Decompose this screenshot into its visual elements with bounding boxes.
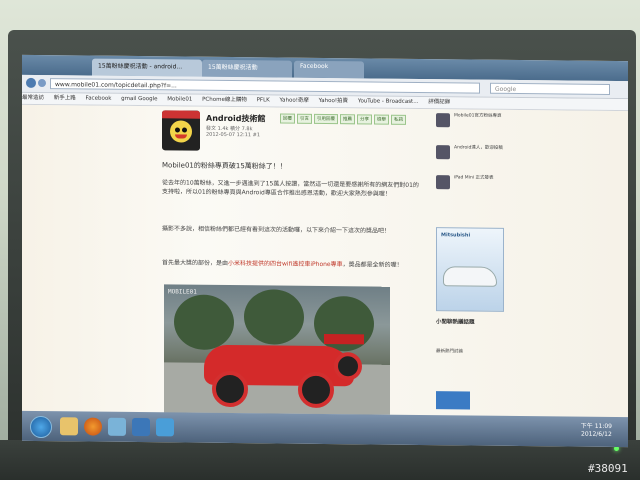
avatar[interactable] — [436, 145, 450, 160]
avatar[interactable] — [436, 175, 450, 190]
clock-date: 2012/6/12 — [581, 430, 612, 439]
ad-title: Mitsubishi — [441, 232, 471, 239]
paragraph-tail: ，獎品都是全新的喔！ — [342, 261, 403, 269]
photo-id-label: #38091 — [588, 462, 628, 475]
action-button[interactable]: 檢舉 — [374, 114, 389, 125]
author-name[interactable]: Android技術館 — [206, 113, 266, 125]
action-button[interactable]: 引言 — [297, 113, 312, 124]
action-button[interactable]: 推薦 — [340, 114, 355, 125]
action-button[interactable]: 引用回覆 — [314, 113, 338, 125]
sidebar-text-3[interactable]: iPad Mini 正式發表 — [454, 175, 504, 182]
back-button-icon[interactable] — [26, 77, 36, 88]
windows-taskbar: 下午 11:09 2012/6/12 — [22, 410, 628, 448]
post-date: 2012-05-07 12:11 #1 — [206, 131, 261, 139]
address-bar[interactable]: www.mobile01.com/topicdetail.php?f=... — [50, 78, 480, 94]
bookmark-item[interactable]: 最常造訪 — [22, 95, 44, 101]
bookmark-item[interactable]: PChome線上購物 — [202, 97, 247, 103]
bookmark-item[interactable]: Yahoo!拍賣 — [319, 98, 348, 104]
car-wing — [324, 333, 364, 345]
firefox-icon[interactable] — [84, 417, 102, 436]
avatar[interactable] — [436, 113, 450, 128]
ie-icon[interactable] — [132, 417, 150, 437]
smiley-face-icon — [170, 120, 192, 143]
tree-shape — [244, 289, 304, 345]
paragraph-lead: 首先最大獎的部份，是由 — [162, 259, 229, 267]
bookmark-item[interactable]: YouTube - Broadcast... — [358, 98, 419, 105]
highlighted-prize-text[interactable]: 小米科技提供的四台wifi遙控車iPhone專車 — [228, 260, 343, 268]
post-paragraph-3: 首先最大獎的部份，是由小米科技提供的四台wifi遙控車iPhone專車，獎品都是… — [162, 258, 424, 270]
browser-tab-1[interactable]: 15萬粉絲慶祝活動 - android... — [92, 58, 202, 77]
image-watermark: MOBILE01 — [168, 288, 197, 296]
browser-tab-2[interactable]: 15萬粉絲慶祝活動 — [202, 59, 292, 78]
bookmark-item[interactable]: Facebook — [86, 95, 112, 101]
post-headline: Mobile01的粉絲專頁破15萬粉絲了！！ — [162, 161, 287, 171]
right-sidebar: Mobile01官方粉絲專頁 Android達人，歡迎投稿 iPad Mini … — [436, 109, 506, 416]
post-paragraph-1: 從去年的10萬粉絲，又進一步邁進到了15萬人按讚，當然這一切還是要感謝所有的網友… — [162, 179, 419, 198]
sidebar-heading: 小閒聊熱議話題 — [436, 319, 475, 326]
tree-shape — [174, 294, 234, 351]
author-avatar[interactable] — [162, 110, 200, 151]
start-button-icon[interactable] — [30, 415, 52, 439]
post-actions: 回覆 引言 引用回覆 推薦 分享 檢舉 私訊 — [280, 113, 406, 125]
folder-icon[interactable] — [60, 417, 78, 436]
bookmark-item[interactable]: PFLK — [257, 97, 270, 103]
sidebar-text-2[interactable]: Android達人，歡迎投稿 — [454, 145, 504, 152]
wheel-icon — [334, 352, 362, 381]
wheel-icon — [212, 370, 248, 408]
action-button[interactable]: 回覆 — [280, 113, 295, 124]
bookmark-item[interactable]: Mobile01 — [167, 96, 192, 102]
web-page: Android技術館 發文 1.4k 積分 7.8k 2012-05-07 12… — [22, 104, 628, 418]
forward-button-icon[interactable] — [38, 78, 46, 88]
bookmark-item[interactable]: Yahoo!奇摩 — [280, 98, 309, 104]
monitor-screen: 15萬粉絲慶祝活動 - android... 15萬粉絲慶祝活動 Faceboo… — [22, 54, 628, 448]
search-input[interactable]: Google — [490, 82, 610, 95]
rc-car-photo[interactable]: MOBILE01 — [164, 284, 390, 415]
window-app-icon[interactable] — [108, 417, 126, 436]
sidebar-thumbnail[interactable] — [436, 391, 470, 410]
car-icon — [443, 266, 497, 287]
action-button[interactable]: 私訊 — [391, 114, 406, 125]
wheel-icon — [298, 371, 334, 409]
system-clock[interactable]: 下午 11:09 2012/6/12 — [581, 423, 612, 439]
bookmark-item[interactable]: 新手上路 — [54, 95, 76, 101]
sidebar-text-4[interactable]: 最新熱門討論 — [436, 349, 506, 356]
logo-ribbon — [162, 110, 200, 119]
sidebar-text-1[interactable]: Mobile01官方粉絲專頁 — [454, 113, 504, 120]
action-button[interactable]: 分享 — [357, 114, 372, 125]
app-icon[interactable] — [156, 418, 174, 437]
bookmark-item[interactable]: gmail Google — [121, 96, 157, 102]
browser-tab-3[interactable]: Facebook — [294, 60, 364, 79]
post-content: Android技術館 發文 1.4k 積分 7.8k 2012-05-07 12… — [162, 106, 424, 415]
car-advertisement[interactable]: Mitsubishi — [436, 227, 504, 312]
post-paragraph-2: 攝影不多說，相信粉絲們都已經有看到這次的活動囉，以下來介紹一下這次的獎品吧！ — [162, 225, 391, 235]
bookmark-item[interactable]: 評價記錄 — [428, 99, 450, 105]
